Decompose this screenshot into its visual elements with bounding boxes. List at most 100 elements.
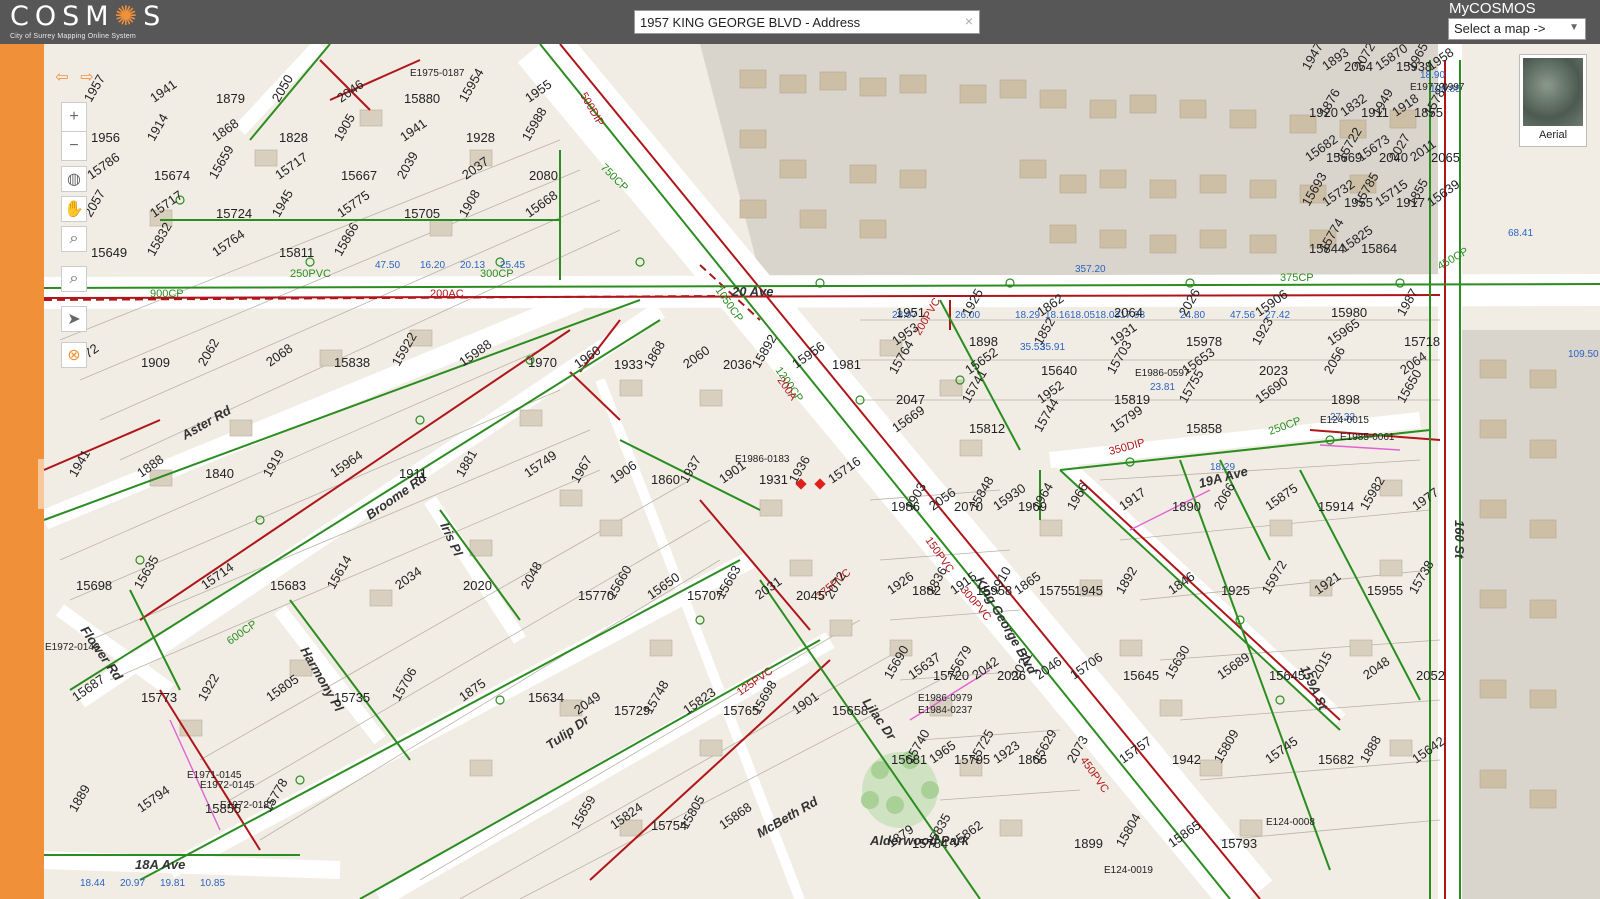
dimension-label: 47.50 [375, 260, 400, 271]
address-label: 1925 [1221, 583, 1250, 598]
reference-label: E124-0015 [1320, 415, 1369, 426]
address-label: 1928 [466, 130, 495, 145]
address-label: 1840 [205, 466, 234, 481]
map-canvas[interactable]: 20 Ave King George Blvd Aster Rd Broome Rd I… [44, 44, 1600, 899]
mycosmos-label[interactable]: MyCOSMOS [1449, 0, 1536, 17]
address-label: 15811 [279, 245, 314, 260]
address-label: 1879 [216, 91, 245, 106]
back-arrow-icon[interactable]: ⇦ [49, 64, 75, 90]
zoom-in-icon[interactable]: + [61, 102, 87, 132]
cosmos-logo[interactable]: COSM✺S City of Surrey Mapping Online Sys… [10, 3, 160, 41]
address-label: 15880 [404, 91, 440, 106]
address-label: 15718 [1404, 334, 1440, 349]
street-label: 160 St [1452, 520, 1467, 559]
forward-arrow-icon[interactable]: ⇨ [74, 64, 100, 90]
street-label: 18A Ave [135, 857, 185, 872]
address-search-box[interactable]: × [634, 10, 980, 34]
address-label: 15855 [205, 801, 241, 816]
clear-icon[interactable]: ⊗ [61, 342, 87, 368]
dimension-label: 23.81 [1150, 382, 1175, 393]
aerial-label: Aerial [1538, 129, 1568, 141]
address-label: 1970 [528, 355, 557, 370]
reference-label: E124-0019 [1104, 865, 1153, 876]
address-label: 15645 [1269, 668, 1305, 683]
map-select-value: Select a map -> [1454, 21, 1546, 36]
address-label: 15683 [270, 578, 306, 593]
top-bar: COSM✺S City of Surrey Mapping Online Sys… [0, 0, 1600, 44]
address-label: 1898 [1331, 392, 1360, 407]
locate-icon[interactable]: ➤ [61, 306, 87, 332]
address-label: 1898 [969, 334, 998, 349]
address-label: 1951 [896, 305, 925, 320]
address-label: 1956 [91, 130, 120, 145]
zoom-area-icon[interactable]: ⌕ [61, 226, 87, 252]
pan-hand-icon[interactable]: ✋ [61, 196, 87, 222]
address-label: 2020 [463, 578, 492, 593]
map-svg: 20 AveKing George BlvdAster RdBroome RdI… [44, 44, 1600, 899]
side-panel-toggle[interactable] [0, 44, 44, 899]
address-label: 1945 [1074, 583, 1103, 598]
address-label: 2047 [896, 392, 925, 407]
address-label: 15735 [334, 690, 370, 705]
dimension-label: 47.56 [1230, 310, 1255, 321]
utility-label: 250PVC [290, 268, 331, 280]
dimension-label: 18.44 [80, 878, 105, 889]
address-label: 2045 [796, 588, 825, 603]
address-label: 1981 [832, 357, 861, 372]
utility-label: 900CP [150, 288, 184, 300]
reference-label: E124-0008 [1266, 817, 1315, 828]
address-label: 15864 [1361, 241, 1397, 256]
address-label: 15838 [334, 355, 370, 370]
dimension-label: 25.45 [500, 260, 525, 271]
globe-icon[interactable]: ◍ [61, 166, 87, 192]
search-input[interactable] [635, 11, 955, 33]
aerial-thumbnail [1523, 58, 1583, 126]
reference-label: E1984-0237 [918, 705, 973, 716]
address-label: 1890 [1172, 499, 1201, 514]
address-label: 15755 [1039, 583, 1075, 598]
dimension-label: 20.13 [460, 260, 485, 271]
address-label: 15682 [1318, 752, 1354, 767]
address-label: 15640 [1041, 363, 1077, 378]
address-label: 15858 [1186, 421, 1222, 436]
address-label: 1942 [1172, 752, 1201, 767]
utility-label: 375CP [1280, 272, 1314, 284]
address-label: 1931 [759, 472, 788, 487]
close-icon[interactable]: × [965, 13, 973, 29]
reference-label: E1972-0145 [200, 780, 255, 791]
reference-label: E1985-0061 [1340, 432, 1395, 443]
dimension-label: 19.81 [160, 878, 185, 889]
address-label: 15667 [341, 168, 377, 183]
address-label: 15674 [154, 168, 190, 183]
address-label: 15914 [1318, 499, 1354, 514]
dimension-label: 16.20 [420, 260, 445, 271]
reference-label: E1972-0143 [45, 642, 100, 653]
search-icon[interactable]: ⌕ [61, 266, 87, 292]
address-label: 1899 [1074, 836, 1103, 851]
zoom-out-icon[interactable]: − [61, 131, 87, 161]
dimension-label: 357.20 [1075, 264, 1106, 275]
address-label: 1909 [141, 355, 170, 370]
address-label: 15698 [76, 578, 112, 593]
chevron-down-icon: ▼ [1569, 22, 1579, 33]
dimension-label: 20.97 [120, 878, 145, 889]
address-label: 2080 [529, 168, 558, 183]
reference-label: E1975-0187 [410, 68, 465, 79]
address-label: 15793 [1221, 836, 1257, 851]
dimension-label: 68.41 [1508, 228, 1533, 239]
address-label: 15705 [404, 206, 440, 221]
address-label: 1860 [651, 472, 680, 487]
address-label: 15724 [216, 206, 252, 221]
address-label: 2023 [1259, 363, 1288, 378]
address-label: 1933 [614, 357, 643, 372]
address-label: 2065 [1431, 150, 1460, 165]
reference-label: E1986-0979 [918, 693, 973, 704]
aerial-basemap-toggle[interactable]: Aerial [1519, 54, 1587, 147]
map-select-dropdown[interactable]: Select a map -> ▼ [1448, 18, 1586, 40]
address-label: 15634 [528, 690, 564, 705]
address-label: 1911 [399, 466, 427, 481]
address-label: 15812 [969, 421, 1005, 436]
address-label: 2036 [723, 357, 752, 372]
address-label: 15645 [1123, 668, 1159, 683]
address-label: 15649 [91, 245, 127, 260]
